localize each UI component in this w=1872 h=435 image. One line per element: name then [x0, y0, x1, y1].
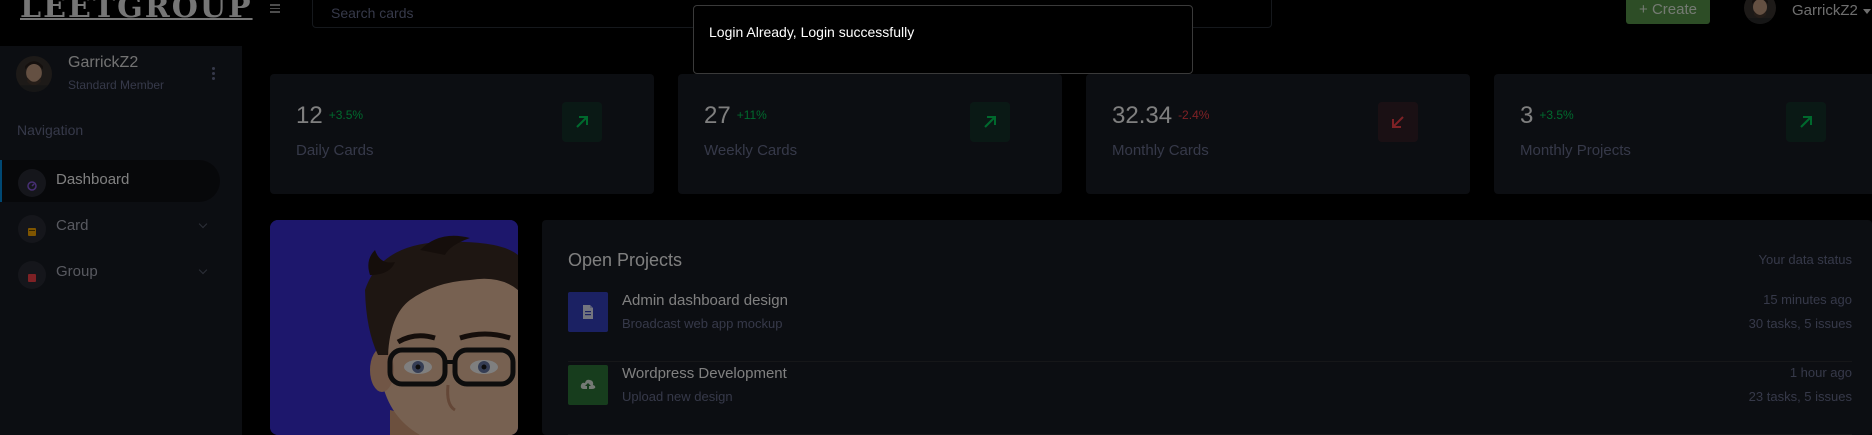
login-toast[interactable]: Login Already, Login successfully	[693, 5, 1193, 74]
toast-message: Login Already, Login successfully	[709, 24, 915, 40]
